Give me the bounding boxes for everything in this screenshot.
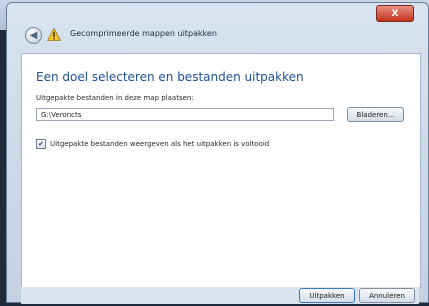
show-files-checkbox[interactable]: ✔ <box>36 139 46 149</box>
back-button[interactable]: ◀ <box>25 27 42 44</box>
destination-path-input[interactable] <box>36 108 334 121</box>
browse-button[interactable]: Bladeren... <box>347 107 404 122</box>
extract-dialog: X ◀ Gecomprimeerde mappen uitpakken Een … <box>6 2 429 304</box>
dialog-title: Gecomprimeerde mappen uitpakken <box>70 29 217 38</box>
destination-label: Uitgepakte bestanden in deze map plaatse… <box>36 94 194 102</box>
cancel-button[interactable]: Annuleren <box>359 288 415 303</box>
title-bar: X ◀ Gecomprimeerde mappen uitpakken <box>7 3 428 51</box>
show-files-option[interactable]: ✔ Uitgepakte bestanden weergeven als het… <box>36 139 269 149</box>
show-files-label: Uitgepakte bestanden weergeven als het u… <box>50 140 270 148</box>
close-button[interactable]: X <box>376 5 414 22</box>
extract-button[interactable]: Uitpakken <box>299 288 355 303</box>
dialog-content: Een doel selecteren en bestanden uitpakk… <box>21 53 421 288</box>
back-arrow-icon: ◀ <box>29 30 38 41</box>
warning-icon <box>47 27 61 41</box>
page-heading: Een doel selecteren en bestanden uitpakk… <box>36 70 304 84</box>
dialog-footer: Uitpakken Annuleren <box>21 287 419 304</box>
